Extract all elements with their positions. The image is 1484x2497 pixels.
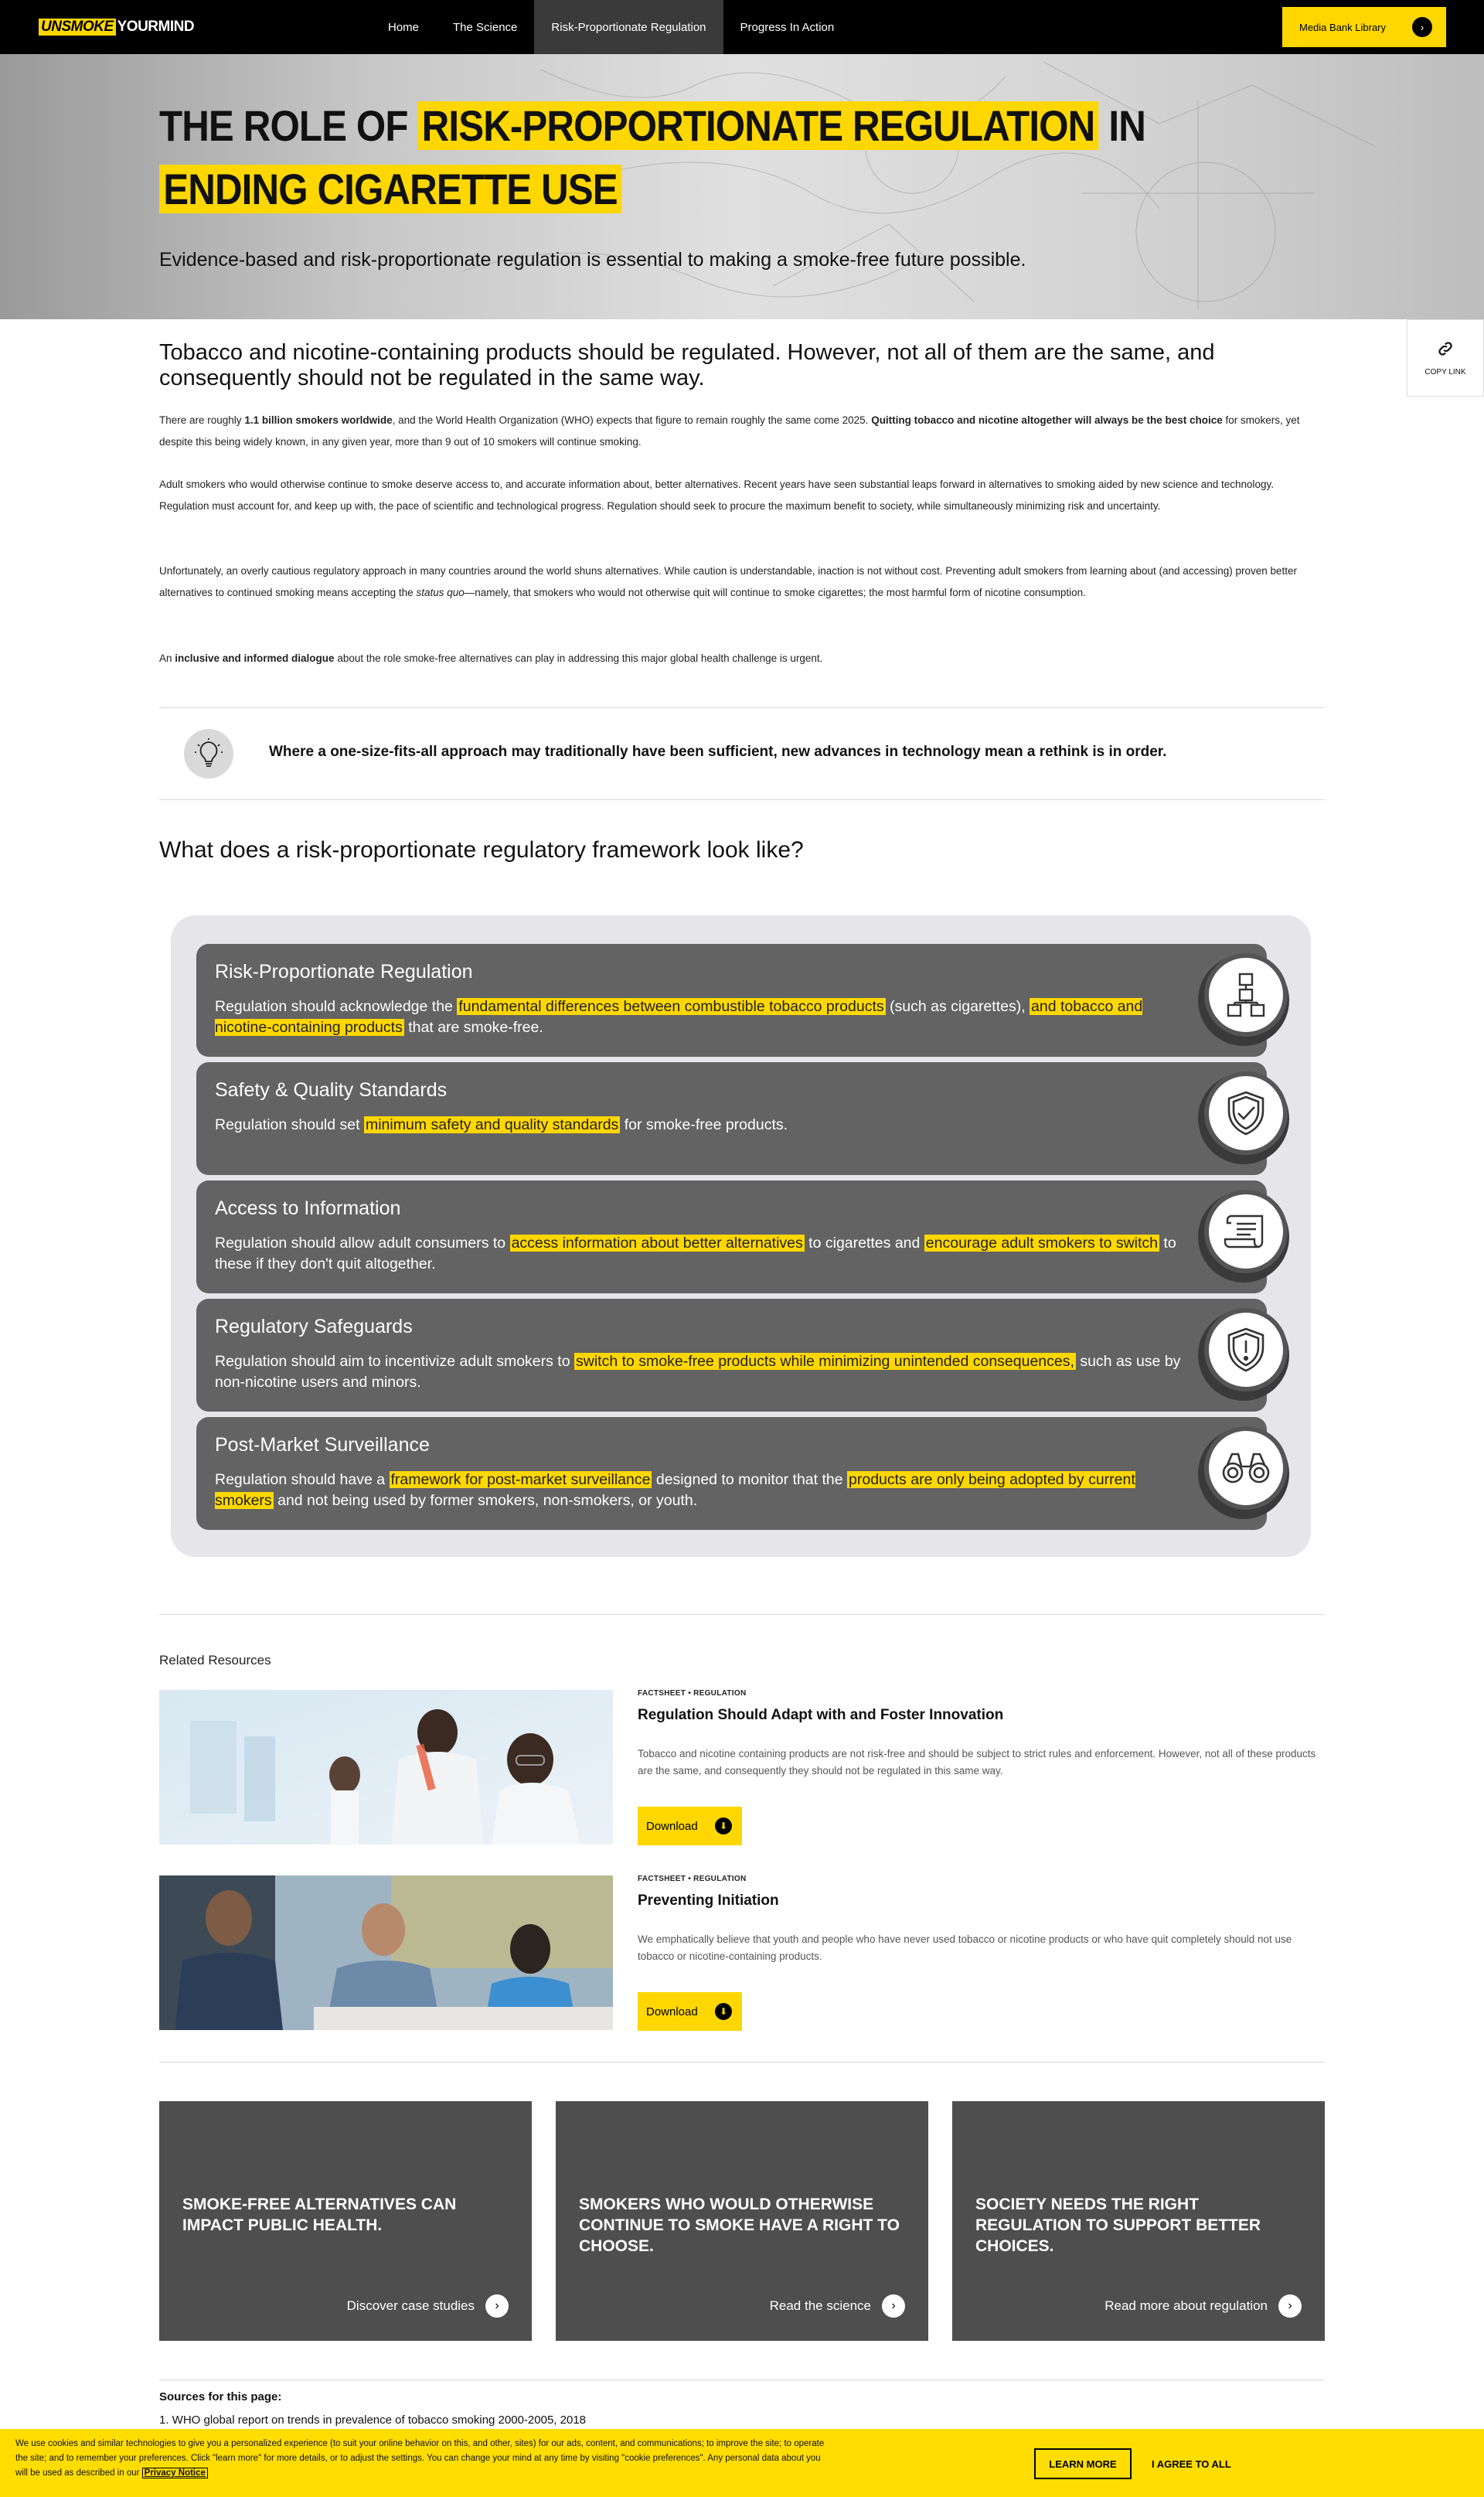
resource-image-scientists[interactable]: [159, 1690, 613, 1845]
cta-tile-right-to-choose[interactable]: SMOKERS WHO WOULD OTHERWISE CONTINUE TO …: [556, 2101, 928, 2341]
divider: [159, 1614, 1325, 1615]
framework-item-regulatory-safeguards: Regulatory Safeguards Regulation should …: [196, 1299, 1289, 1412]
nav-link-science[interactable]: The Science: [436, 0, 534, 54]
cta-tile-right-regulation[interactable]: SOCIETY NEEDS THE RIGHT REGULATION TO SU…: [952, 2101, 1325, 2341]
download-button[interactable]: Download ⬇: [638, 1807, 742, 1845]
framework-item-access-information: Access to Information Regulation should …: [196, 1180, 1289, 1293]
media-bank-label: Media Bank Library: [1299, 21, 1386, 33]
arrow-right-icon: ›: [1412, 17, 1432, 37]
cookie-text: We use cookies and similar technologies …: [15, 2439, 825, 2478]
intro-paragraph-4: An inclusive and informed dialogue about…: [159, 652, 823, 664]
resource-description: Tobacco and nicotine containing products…: [638, 1748, 1316, 1777]
tile-link-label: Discover case studies: [346, 2298, 475, 2313]
source-item: 1. WHO global report on trends in preval…: [159, 2414, 586, 2427]
shield-alert-icon: [1204, 1308, 1288, 1392]
framework-item-risk-proportionate: Risk-Proportionate Regulation Regulation…: [196, 944, 1289, 1057]
tile-title: SOCIETY NEEDS THE RIGHT REGULATION TO SU…: [975, 2196, 1261, 2255]
framework-item-desc: Regulation should set minimum safety and…: [215, 1116, 788, 1133]
tile-link[interactable]: Discover case studies ›: [347, 2294, 509, 2318]
nav-link-progress[interactable]: Progress In Action: [723, 0, 852, 54]
resource-meta: FACTSHEET • REGULATION: [638, 1875, 747, 1883]
framework-item-safety-quality: Safety & Quality Standards Regulation sh…: [196, 1062, 1289, 1175]
arrow-right-icon: ›: [1278, 2294, 1302, 2318]
framework-item-title: Risk-Proportionate Regulation: [215, 961, 473, 983]
site-logo[interactable]: UNSMOKE YOURMIND: [39, 18, 195, 36]
resource-description: We emphatically believe that youth and p…: [638, 1933, 1292, 1962]
title-highlight2: ENDING CIGARETTE USE: [159, 165, 622, 213]
title-highlight1: RISK-PROPORTIONATE REGULATION: [417, 101, 1099, 150]
divider: [159, 707, 1325, 708]
media-bank-button[interactable]: Media Bank Library ›: [1282, 7, 1446, 47]
nav-link-home[interactable]: Home: [371, 0, 436, 54]
top-navigation: UNSMOKE YOURMIND Home The Science Risk-Pr…: [0, 0, 1484, 54]
download-button[interactable]: Download ⬇: [638, 1992, 742, 2031]
agree-all-button[interactable]: I AGREE TO ALL: [1152, 2448, 1231, 2479]
framework-item-title: Safety & Quality Standards: [215, 1079, 448, 1101]
framework-item-desc: Regulation should have a framework for p…: [215, 1471, 1135, 1509]
framework-item-title: Post-Market Surveillance: [215, 1434, 430, 1456]
arrow-right-icon: ›: [485, 2294, 509, 2318]
hero-banner: THE ROLE OF RISK-PROPORTIONATE REGULATIO…: [0, 54, 1484, 319]
download-icon: ⬇: [715, 2003, 732, 2020]
tile-title: SMOKE-FREE ALTERNATIVES CAN IMPACT PUBLI…: [182, 2196, 457, 2234]
download-label: Download: [646, 2005, 698, 2018]
download-label: Download: [646, 1819, 698, 1833]
framework-item-desc: Regulation should allow adult consumers …: [215, 1235, 1176, 1272]
tile-title: SMOKERS WHO WOULD OTHERWISE CONTINUE TO …: [579, 2196, 900, 2255]
callout-text: Where a one-size-fits-all approach may t…: [269, 744, 1167, 760]
download-icon: ⬇: [715, 1817, 732, 1834]
divider: [159, 2379, 1325, 2380]
logo-un: UNSMOKE: [39, 19, 116, 36]
title-part1: THE ROLE OF: [159, 101, 418, 150]
copy-link-label: COPY LINK: [1424, 367, 1466, 376]
intro-paragraph-1: There are roughly 1.1 billion smokers wo…: [159, 414, 1300, 448]
framework-item-post-market: Post-Market Surveillance Regulation shou…: [196, 1417, 1289, 1530]
related-resources-label: Related Resources: [159, 1653, 271, 1668]
tile-link-label: Read more about regulation: [1104, 2298, 1268, 2313]
divider: [159, 799, 1325, 800]
shield-check-icon: [1204, 1071, 1288, 1155]
binoculars-icon: [1204, 1426, 1288, 1510]
page-title: THE ROLE OF RISK-PROPORTIONATE REGULATIO…: [159, 94, 1207, 221]
link-icon: [1437, 340, 1454, 362]
nav-links: Home The Science Risk-Proportionate Regu…: [371, 0, 851, 54]
hero-subtitle: Evidence-based and risk-proportionate re…: [159, 249, 1026, 271]
learn-more-button[interactable]: LEARN MORE: [1034, 2448, 1132, 2479]
framework-item-title: Access to Information: [215, 1197, 401, 1219]
tile-link[interactable]: Read more about regulation ›: [1104, 2294, 1302, 2318]
framework-item-title: Regulatory Safeguards: [215, 1316, 413, 1337]
intro-paragraph-2: Adult smokers who would otherwise contin…: [159, 479, 1275, 512]
resource-meta: FACTSHEET • REGULATION: [638, 1689, 747, 1698]
privacy-notice-link[interactable]: Privacy Notice: [141, 2468, 208, 2478]
framework-item-desc: Regulation should acknowledge the fundam…: [215, 998, 1143, 1036]
hierarchy-icon: [1204, 953, 1288, 1037]
tile-link[interactable]: Read the science ›: [770, 2294, 905, 2318]
intro-paragraph-3: Unfortunately, an overly cautious regula…: [159, 565, 1298, 598]
logo-rest: YOURMIND: [117, 19, 195, 35]
resource-image-meeting[interactable]: [159, 1875, 613, 2030]
lightbulb-icon: [184, 729, 233, 778]
nav-link-regulation[interactable]: Risk-Proportionate Regulation: [534, 0, 723, 54]
tile-link-label: Read the science: [769, 2298, 871, 2313]
sources-heading: Sources for this page:: [159, 2390, 282, 2403]
scroll-icon: [1204, 1190, 1288, 1273]
intro-heading: Tobacco and nicotine-containing products…: [159, 340, 1215, 390]
title-part2: IN: [1098, 101, 1145, 150]
copy-link-button[interactable]: COPY LINK: [1407, 319, 1484, 397]
cookie-banner: We use cookies and similar technologies …: [0, 2429, 1484, 2497]
cta-tile-public-health[interactable]: SMOKE-FREE ALTERNATIVES CAN IMPACT PUBLI…: [159, 2101, 532, 2341]
divider: [159, 2062, 1325, 2063]
arrow-right-icon: ›: [882, 2294, 905, 2318]
framework-item-desc: Regulation should aim to incentivize adu…: [215, 1353, 1181, 1391]
resource-title[interactable]: Regulation Should Adapt with and Foster …: [638, 1707, 1003, 1724]
resource-title[interactable]: Preventing Initiation: [638, 1892, 779, 1909]
framework-heading: What does a risk-proportionate regulator…: [159, 837, 804, 863]
